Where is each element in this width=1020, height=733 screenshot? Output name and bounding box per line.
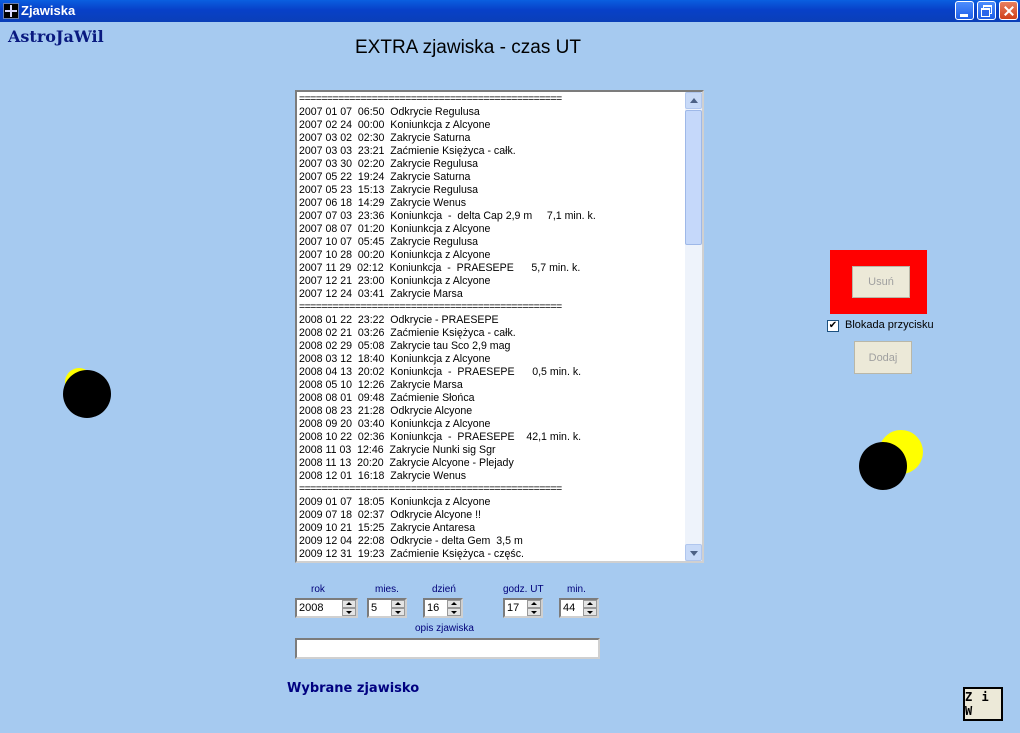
rok-down-icon[interactable] — [342, 608, 356, 616]
list-item[interactable]: 2008 02 21 03:26 Zaćmienie Księżyca - ca… — [299, 327, 684, 340]
opis-label: opis zjawiska — [415, 623, 474, 634]
min-value: 44 — [563, 602, 576, 614]
godz-value: 17 — [507, 602, 520, 614]
selected-phenomenon-label: Wybrane zjawisko — [287, 681, 420, 696]
list-item[interactable]: 2008 11 13 20:20 Zakrycie Alcyone - Plej… — [299, 457, 684, 470]
list-item[interactable]: 2008 10 22 02:36 Koniunkcja - PRAESEPE 4… — [299, 431, 684, 444]
list-item[interactable]: 2007 10 07 05:45 Zakrycie Regulusa — [299, 236, 684, 249]
list-item[interactable]: 2008 08 01 09:48 Zaćmienie Słońca — [299, 392, 684, 405]
dzien-stepper[interactable]: 16 — [423, 598, 463, 618]
mies-stepper[interactable]: 5 — [367, 598, 407, 618]
dzien-label: dzień — [432, 584, 456, 595]
list-item[interactable]: 2009 10 21 15:25 Zakrycie Antaresa — [299, 522, 684, 535]
mies-up-icon[interactable] — [391, 600, 405, 608]
minimize-button[interactable] — [955, 1, 974, 20]
list-item[interactable]: 2008 02 29 05:08 Zakrycie tau Sco 2,9 ma… — [299, 340, 684, 353]
min-arrows[interactable] — [583, 600, 597, 616]
list-item[interactable]: 2007 12 21 23:00 Koniunkcja z Alcyone — [299, 275, 684, 288]
dzien-arrows[interactable] — [447, 600, 461, 616]
list-separator: ========================================… — [299, 93, 562, 105]
list-item[interactable]: 2009 12 04 22:08 Odkrycie - delta Gem 3,… — [299, 535, 684, 548]
list-item[interactable]: 2009 12 31 19:23 Zaćmienie Księżyca - cz… — [299, 548, 684, 560]
rok-value: 2008 — [299, 602, 324, 614]
min-stepper[interactable]: 44 — [559, 598, 599, 618]
list-item[interactable]: 2007 05 22 19:24 Zakrycie Saturna — [299, 171, 684, 184]
eclipse-left-icon — [63, 368, 111, 418]
list-item[interactable]: 2007 12 24 03:41 Zakrycie Marsa — [299, 288, 684, 301]
list-item[interactable]: 2008 09 20 03:40 Koniunkcja z Alcyone — [299, 418, 684, 431]
list-item[interactable]: 2008 05 10 12:26 Zakrycie Marsa — [299, 379, 684, 392]
app-icon[interactable] — [3, 3, 19, 19]
list-separator: ========================================… — [299, 483, 562, 495]
phenomena-list[interactable]: ========================================… — [295, 90, 704, 563]
list-item[interactable]: 2007 10 28 00:20 Koniunkcja z Alcyone — [299, 249, 684, 262]
mies-label: mies. — [375, 584, 399, 595]
godz-up-icon[interactable] — [527, 600, 541, 608]
description-input[interactable] — [295, 638, 600, 659]
rok-arrows[interactable] — [342, 600, 356, 616]
rok-stepper[interactable]: 2008 — [295, 598, 358, 618]
list-item[interactable]: 2007 03 02 02:30 Zakrycie Saturna — [299, 132, 684, 145]
mies-arrows[interactable] — [391, 600, 405, 616]
list-item[interactable]: 2007 02 24 00:00 Koniunkcja z Alcyone — [299, 119, 684, 132]
mies-down-icon[interactable] — [391, 608, 405, 616]
rok-label: rok — [311, 584, 325, 595]
list-item[interactable]: 2007 08 07 01:20 Koniunkcja z Alcyone — [299, 223, 684, 236]
scroll-down-button[interactable] — [685, 544, 702, 561]
delete-button[interactable]: Usuń — [852, 266, 910, 298]
list-item[interactable]: 2008 03 12 18:40 Koniunkcja z Alcyone — [299, 353, 684, 366]
list-item[interactable]: 2009 07 18 02:37 Odkrycie Alcyone !! — [299, 509, 684, 522]
ziw-button[interactable]: Z i W — [963, 687, 1003, 721]
restore-button[interactable] — [977, 1, 996, 20]
page-title: EXTRA zjawiska - czas UT — [355, 37, 581, 58]
window-title: Zjawiska — [21, 3, 76, 18]
min-label: min. — [567, 584, 586, 595]
dzien-value: 16 — [427, 602, 440, 614]
scroll-thumb[interactable] — [685, 110, 702, 245]
close-button[interactable] — [999, 1, 1018, 20]
min-down-icon[interactable] — [583, 608, 597, 616]
list-item[interactable]: 2007 03 30 02:20 Zakrycie Regulusa — [299, 158, 684, 171]
godz-down-icon[interactable] — [527, 608, 541, 616]
eclipse-right-icon — [859, 430, 923, 490]
godz-stepper[interactable]: 17 — [503, 598, 543, 618]
list-item[interactable]: 2007 03 03 23:21 Zaćmienie Księżyca - ca… — [299, 145, 684, 158]
list-item[interactable]: 2007 07 03 23:36 Koniunkcja - delta Cap … — [299, 210, 684, 223]
list-item[interactable]: 2008 08 23 21:28 Odkrycie Alcyone — [299, 405, 684, 418]
phenomena-list-content: ========================================… — [299, 93, 684, 560]
list-item[interactable]: 2007 06 18 14:29 Zakrycie Wenus — [299, 197, 684, 210]
list-item[interactable]: 2008 11 03 12:46 Zakrycie Nunki sig Sgr — [299, 444, 684, 457]
list-item[interactable]: 2008 04 13 20:02 Koniunkcja - PRAESEPE 0… — [299, 366, 684, 379]
rok-up-icon[interactable] — [342, 600, 356, 608]
list-item[interactable]: 2007 05 23 15:13 Zakrycie Regulusa — [299, 184, 684, 197]
scroll-up-button[interactable] — [685, 92, 702, 109]
moon-right — [859, 442, 907, 490]
dzien-up-icon[interactable] — [447, 600, 461, 608]
min-up-icon[interactable] — [583, 600, 597, 608]
list-scrollbar[interactable] — [685, 92, 702, 561]
button-lock-label: Blokada przycisku — [845, 319, 934, 331]
button-lock-checkbox[interactable]: ✔ — [827, 320, 839, 332]
brand-label: AstroJaWil — [8, 27, 104, 46]
list-item[interactable]: 2008 12 01 16:18 Zakrycie Wenus — [299, 470, 684, 483]
list-separator: ========================================… — [299, 301, 562, 313]
list-item[interactable]: 2007 11 29 02:12 Koniunkcja - PRAESEPE 5… — [299, 262, 684, 275]
mies-value: 5 — [371, 602, 378, 614]
dzien-down-icon[interactable] — [447, 608, 461, 616]
list-item[interactable]: 2009 01 07 18:05 Koniunkcja z Alcyone — [299, 496, 684, 509]
add-button[interactable]: Dodaj — [854, 341, 912, 374]
title-bar: Zjawiska — [0, 0, 1020, 22]
list-item[interactable]: 2007 01 07 06:50 Odkrycie Regulusa — [299, 106, 684, 119]
list-item[interactable]: 2008 01 22 23:22 Odkrycie - PRAESEPE — [299, 314, 684, 327]
godz-label: godz. UT — [503, 584, 544, 595]
moon-left — [63, 370, 111, 418]
godz-arrows[interactable] — [527, 600, 541, 616]
